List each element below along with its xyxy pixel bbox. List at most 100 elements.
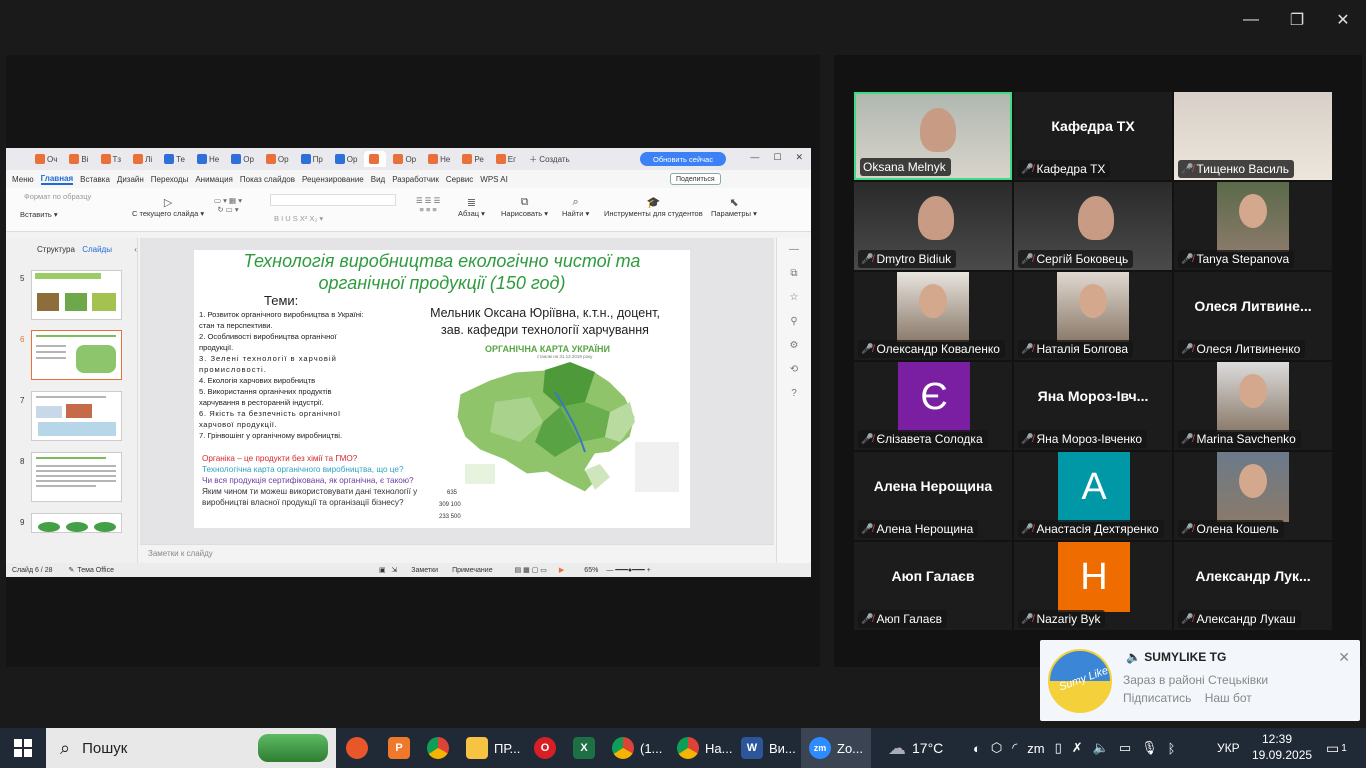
participant-tile[interactable]: Є 🎤̸ Єлізавета Солодка [854, 362, 1012, 450]
document-tab[interactable]: Пр [296, 151, 328, 167]
format-painter-button[interactable]: Формат по образцу [24, 192, 91, 201]
language-indicator[interactable]: УКР [1217, 728, 1240, 768]
taskbar-item-word[interactable]: W Ви... [741, 728, 796, 768]
update-now-button[interactable]: Обновить сейчас [640, 152, 726, 166]
document-tab[interactable]: Ег [491, 151, 521, 167]
document-tab[interactable]: Ор [226, 151, 259, 167]
document-tab[interactable]: Ві [64, 151, 93, 167]
document-tab[interactable]: Ре [457, 151, 488, 167]
comment-toggle[interactable]: Примечание [452, 567, 493, 574]
clock[interactable]: 12:39 19.09.2025 [1252, 731, 1312, 763]
menu-item[interactable]: WPS AI [480, 175, 508, 184]
participant-tile[interactable]: Александр Лук... 🎤̸ Александр Лукаш [1174, 542, 1332, 630]
participant-tile[interactable]: 🎤̸ Tanya Stepanova [1174, 182, 1332, 270]
layout-tools[interactable]: ▭ ▾ ▦ ▾ ↻ ▭ ▾ [214, 196, 242, 214]
close-button[interactable]: ✕ [1329, 6, 1357, 34]
app-minimize-icon[interactable]: — [750, 152, 759, 163]
notes-toggle[interactable]: Заметки [411, 567, 438, 574]
start-button[interactable] [14, 739, 32, 757]
document-tab[interactable]: Не [192, 151, 224, 167]
document-tab[interactable]: Ор [261, 151, 294, 167]
menu-item[interactable]: Вид [371, 175, 385, 184]
menu-item[interactable]: Меню [12, 175, 34, 184]
slide-notes-field[interactable]: Заметки к слайду [140, 544, 774, 564]
participant-tile[interactable]: 🎤̸ Тищенко Василь [1174, 92, 1332, 180]
notification-center[interactable]: ▭ 1 [1326, 728, 1347, 768]
participant-tile[interactable]: 🎤̸ Олена Кошель [1174, 452, 1332, 540]
copy-icon[interactable]: ⧉ [777, 262, 811, 286]
subscribe-link[interactable]: Підписатись [1123, 691, 1191, 705]
weather-widget[interactable]: ☁ 17°C [888, 728, 943, 768]
settings-icon[interactable]: ⚙ [777, 334, 811, 358]
minus-icon[interactable]: — [777, 238, 811, 262]
participant-tile[interactable]: 🎤̸ Наталія Болгова [1014, 272, 1172, 360]
document-tab[interactable] [364, 151, 387, 167]
paragraph-button[interactable]: ≣ Абзац ▾ [458, 196, 485, 218]
taskbar-item-folder[interactable]: ПР... [466, 728, 520, 768]
taskbar-item-chrome-2[interactable]: На... [677, 728, 732, 768]
share-button[interactable]: Поделиться [670, 173, 721, 185]
menu-item[interactable]: Дизайн [117, 175, 144, 184]
student-tools-button[interactable]: 🎓 Инструменты для студентов [604, 196, 703, 218]
firefox-app[interactable] [346, 728, 368, 768]
telegram-notification[interactable]: Sumy Like 🔈 SUMYLIKE TG Зараз в районі С… [1040, 640, 1360, 721]
opera-app[interactable]: O [534, 728, 556, 768]
paste-button[interactable]: Вставить ▾ [20, 210, 58, 219]
taskbar-search[interactable]: ⌕ Пошук [46, 728, 336, 768]
slide-thumbnail-5[interactable] [31, 270, 122, 320]
system-tray-icons[interactable]: ◐ ⬡ ◜ zm ▯ ✗ 🔈 ▭ 🎙 ᛒ [973, 728, 1175, 768]
document-tab[interactable]: Оч [30, 151, 62, 167]
participant-tile[interactable]: Кафедра ТХ 🎤̸ Кафедра ТХ [1014, 92, 1172, 180]
pin-icon[interactable]: ⚲ [777, 310, 811, 334]
minimize-button[interactable]: — [1237, 6, 1265, 34]
document-tab[interactable]: Ор [388, 151, 421, 167]
find-button[interactable]: ⌕ Найти ▾ [562, 196, 589, 218]
menu-item[interactable]: Сервис [446, 175, 473, 184]
participant-tile[interactable]: H 🎤̸ Nazariy Byk [1014, 542, 1172, 630]
slide-thumbnail-6[interactable] [31, 330, 122, 380]
participant-tile[interactable]: Яна Мороз-Івч... 🎤̸ Яна Мороз-Івченко [1014, 362, 1172, 450]
list-buttons[interactable]: ☰ ☰ ☰ ≡ ≡ ≡ [416, 196, 440, 214]
slide-thumbnail-7[interactable] [31, 391, 122, 441]
participant-tile[interactable]: Аюп Галаєв 🎤̸ Аюп Галаєв [854, 542, 1012, 630]
view-buttons[interactable]: ▤ ▦ ▢ ▭ [515, 566, 547, 574]
participant-tile[interactable]: 🎤̸ Сергій Боковець [1014, 182, 1172, 270]
from-current-slide-button[interactable]: ▷ С текущего слайда ▾ [132, 196, 204, 218]
slide-thumbnail-8[interactable] [31, 452, 122, 502]
participant-tile[interactable]: Олеся Литвине... 🎤̸ Олеся Литвиненко [1174, 272, 1332, 360]
font-select[interactable] [270, 194, 396, 206]
chrome-app[interactable] [427, 728, 449, 768]
pdf-app[interactable]: P [388, 728, 410, 768]
menu-item[interactable]: Вставка [80, 175, 110, 184]
menu-item[interactable]: Переходы [151, 175, 189, 184]
new-tab-button[interactable]: ＋ Создать [529, 154, 570, 165]
participant-tile[interactable]: A 🎤̸ Анастасія Дехтяренко [1014, 452, 1172, 540]
participant-tile[interactable]: Алена Нерощина 🎤̸ Алена Нерощина [854, 452, 1012, 540]
slides-tab[interactable]: Слайды [82, 245, 112, 254]
star-icon[interactable]: ☆ [777, 286, 811, 310]
bot-link[interactable]: Наш бот [1205, 691, 1252, 705]
structure-tab[interactable]: Структура [37, 245, 75, 254]
notification-close-icon[interactable]: ✕ [1338, 649, 1350, 666]
excel-app[interactable]: X [573, 728, 595, 768]
status-icons[interactable]: ▣ ⇲ [379, 566, 397, 574]
font-format-buttons[interactable]: B I U S X² X₂ ▾ [274, 214, 323, 223]
document-tab[interactable]: Не [423, 151, 455, 167]
draw-button[interactable]: ⧉ Нарисовать ▾ [501, 196, 548, 218]
participant-tile[interactable]: 🎤̸ Dmytro Bidiuk [854, 182, 1012, 270]
zoom-slider[interactable]: — ━━━●━━━ + [606, 566, 651, 574]
document-tab[interactable]: Те [159, 151, 190, 167]
document-tab[interactable]: Лі [128, 151, 157, 167]
slide-thumbnail-9[interactable] [31, 513, 122, 533]
history-icon[interactable]: ⟲ [777, 358, 811, 382]
participant-tile[interactable]: 🎤̸ Marina Savchenko [1174, 362, 1332, 450]
menu-item[interactable]: Главная [40, 174, 74, 185]
menu-item[interactable]: Рецензирование [302, 175, 364, 184]
menu-item[interactable]: Анимация [195, 175, 233, 184]
document-tab[interactable]: Ор [330, 151, 363, 167]
taskbar-item-chrome-1[interactable]: (1... [612, 728, 662, 768]
document-tab[interactable]: Тз [96, 151, 127, 167]
participant-tile[interactable]: 🎤̸ Олександр Коваленко [854, 272, 1012, 360]
menu-item[interactable]: Показ слайдов [240, 175, 295, 184]
app-maximize-icon[interactable]: ☐ [773, 152, 781, 163]
